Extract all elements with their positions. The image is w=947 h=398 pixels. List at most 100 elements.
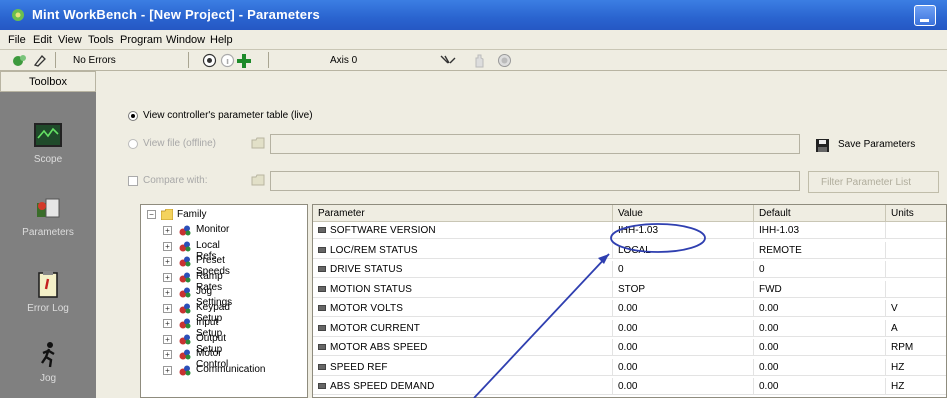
- expand-icon[interactable]: +: [163, 303, 172, 313]
- table-cell-default[interactable]: 0.00: [754, 319, 886, 337]
- stop-icon[interactable]: [497, 53, 512, 68]
- table-cell-default[interactable]: 0: [754, 261, 886, 278]
- table-cell-units[interactable]: [886, 242, 946, 259]
- toolbox-item-scope[interactable]: Scope: [0, 122, 96, 165]
- collapse-icon[interactable]: −: [147, 210, 156, 219]
- toolbar-separator: [188, 52, 189, 68]
- table-cell-units[interactable]: [886, 261, 946, 278]
- info-icon[interactable]: [220, 53, 235, 68]
- connect-icon[interactable]: [12, 53, 28, 68]
- parameter-name: MOTOR VOLTS: [330, 303, 403, 314]
- table-cell-parameter[interactable]: DRIVE STATUS: [313, 261, 613, 278]
- table-cell-units[interactable]: HZ: [886, 359, 946, 376]
- table-cell-default[interactable]: FWD: [754, 280, 886, 298]
- parameter-name: MOTION STATUS: [330, 283, 413, 295]
- parameter-name: SOFTWARE VERSION: [330, 225, 436, 236]
- table-cell-default[interactable]: 0.00: [754, 358, 886, 376]
- table-cell-value[interactable]: 0.00: [613, 319, 754, 337]
- expand-icon[interactable]: +: [163, 241, 172, 251]
- table-cell-value[interactable]: LOCAL: [613, 241, 754, 259]
- app-logo-icon: [12, 9, 24, 21]
- table-cell-parameter[interactable]: LOC/REM STATUS: [313, 241, 613, 259]
- open-folder-icon[interactable]: [251, 137, 265, 149]
- table-cell-units[interactable]: HZ: [886, 378, 946, 395]
- table-cell-parameter[interactable]: SOFTWARE VERSION: [313, 222, 613, 239]
- menu-tools[interactable]: Tools: [88, 34, 114, 46]
- toolbox-item-parameters[interactable]: Parameters: [0, 195, 96, 238]
- parameter-group-icon: [179, 256, 191, 267]
- compare-checkbox[interactable]: [128, 176, 138, 186]
- parameter-name: DRIVE STATUS: [330, 264, 403, 275]
- parameter-group-icon: [179, 287, 191, 298]
- column-header-value[interactable]: Value: [613, 205, 754, 222]
- window-title: Mint WorkBench - [New Project] - Paramet…: [32, 7, 320, 22]
- column-header-units[interactable]: Units: [886, 205, 946, 222]
- title-bar: Mint WorkBench - [New Project] - Paramet…: [0, 0, 947, 30]
- expand-icon[interactable]: +: [163, 288, 172, 297]
- toolbox-header[interactable]: Toolbox: [0, 71, 96, 92]
- menu-view[interactable]: View: [58, 34, 82, 46]
- parameter-group-icon: [179, 303, 191, 313]
- table-cell-value[interactable]: STOP: [613, 280, 754, 298]
- toolbox-item-error-log[interactable]: Error Log: [0, 271, 96, 314]
- menu-window[interactable]: Window: [166, 34, 205, 46]
- table-cell-units[interactable]: A: [886, 320, 946, 337]
- menu-help[interactable]: Help: [210, 34, 233, 46]
- table-cell-units[interactable]: RPM: [886, 339, 946, 356]
- minimize-button[interactable]: [914, 5, 936, 26]
- hand-icon[interactable]: [473, 53, 485, 68]
- table-cell-value[interactable]: 0.00: [613, 300, 754, 317]
- table-cell-parameter[interactable]: SPEED REF: [313, 358, 613, 376]
- refresh-icon[interactable]: [202, 53, 217, 68]
- save-parameters-button[interactable]: Save Parameters: [838, 139, 915, 150]
- column-header-parameter[interactable]: Parameter: [313, 205, 613, 222]
- expand-icon[interactable]: +: [163, 272, 172, 282]
- table-cell-parameter[interactable]: ABS SPEED DEMAND: [313, 378, 613, 395]
- table-cell-value[interactable]: IHH-1.03: [613, 222, 754, 239]
- menu-file[interactable]: File: [8, 34, 26, 46]
- add-icon[interactable]: [236, 53, 252, 69]
- table-cell-value[interactable]: 0.00: [613, 378, 754, 395]
- table-cell-parameter[interactable]: MOTOR ABS SPEED: [313, 339, 613, 356]
- tree-node-label: Family: [177, 209, 207, 220]
- view-file-label: View file (offline): [143, 138, 216, 149]
- compare-file-path-field[interactable]: [270, 171, 800, 191]
- table-cell-parameter[interactable]: MOTION STATUS: [313, 280, 613, 298]
- table-cell-parameter[interactable]: MOTOR VOLTS: [313, 300, 613, 317]
- view-file-radio[interactable]: [128, 139, 138, 149]
- table-cell-default[interactable]: 0.00: [754, 300, 886, 317]
- table-cell-default[interactable]: 0.00: [754, 378, 886, 395]
- axis-select-icon[interactable]: [440, 54, 456, 67]
- filter-parameter-list-button[interactable]: Filter Parameter List: [808, 171, 939, 193]
- table-cell-units[interactable]: [886, 222, 946, 239]
- toolbox-item-jog[interactable]: Jog: [0, 341, 96, 384]
- toolbar: No Errors Axis 0: [0, 50, 947, 71]
- table-cell-units[interactable]: [886, 281, 946, 298]
- expand-icon[interactable]: +: [163, 365, 172, 375]
- table-cell-value[interactable]: 0: [613, 261, 754, 278]
- table-cell-units[interactable]: V: [886, 300, 946, 317]
- open-folder-icon[interactable]: [251, 174, 265, 186]
- parameter-icon: [318, 227, 326, 234]
- expand-icon[interactable]: +: [163, 334, 172, 344]
- view-file-path-field[interactable]: [270, 134, 800, 154]
- expand-icon[interactable]: +: [163, 319, 172, 328]
- eraser-icon[interactable]: [33, 54, 47, 67]
- expand-icon[interactable]: +: [163, 257, 172, 266]
- expand-icon[interactable]: +: [163, 226, 172, 235]
- table-cell-default[interactable]: REMOTE: [754, 241, 886, 259]
- expand-icon[interactable]: +: [163, 350, 172, 359]
- column-header-default[interactable]: Default: [754, 205, 886, 222]
- view-live-label: View controller's parameter table (live): [143, 110, 313, 121]
- view-live-radio[interactable]: [128, 111, 138, 121]
- parameter-icon: [318, 324, 326, 331]
- save-icon: [816, 139, 829, 152]
- table-cell-parameter[interactable]: MOTOR CURRENT: [313, 319, 613, 337]
- table-cell-default[interactable]: 0.00: [754, 339, 886, 356]
- table-cell-value[interactable]: 0.00: [613, 339, 754, 356]
- parameter-group-icon: [179, 241, 191, 251]
- menu-program[interactable]: Program: [120, 34, 162, 46]
- table-cell-default[interactable]: IHH-1.03: [754, 222, 886, 239]
- menu-edit[interactable]: Edit: [33, 34, 52, 46]
- table-cell-value[interactable]: 0.00: [613, 358, 754, 376]
